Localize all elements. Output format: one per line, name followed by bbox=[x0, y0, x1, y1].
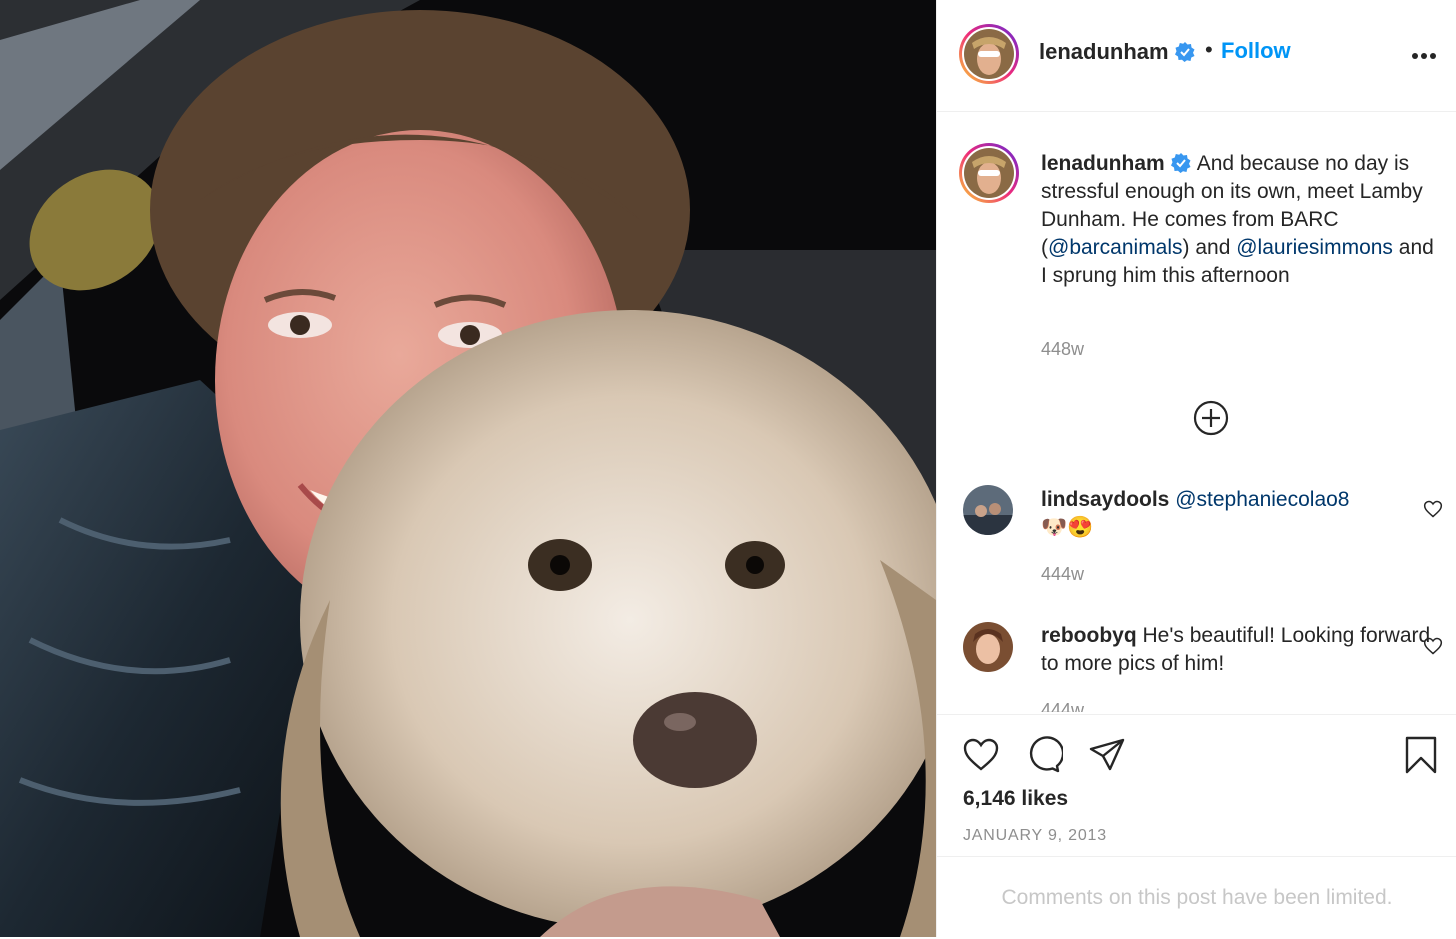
comment-mention[interactable]: @stephaniecolao8 bbox=[1175, 488, 1349, 511]
likes-count[interactable]: 6,146 likes bbox=[963, 787, 1068, 811]
author-username-row: lenadunham bbox=[1039, 39, 1195, 65]
comment-like-heart-icon[interactable] bbox=[1423, 499, 1443, 519]
post-detail-panel: lenadunham • Follow lenadunham And becaus… bbox=[936, 0, 1456, 937]
comments-limited-notice: Comments on this post have been limited. bbox=[937, 856, 1456, 938]
header-separator: • bbox=[1205, 37, 1213, 62]
more-options-icon[interactable] bbox=[1411, 52, 1437, 60]
verified-badge-icon bbox=[1174, 42, 1195, 62]
comment-username[interactable]: reboobyq bbox=[1041, 624, 1137, 647]
caption-verified-badge-icon bbox=[1170, 153, 1191, 173]
comment-like-heart-icon[interactable] bbox=[1423, 636, 1443, 656]
comment-reboobyq: reboobyq He's beautiful! Looking forward… bbox=[1041, 622, 1441, 678]
mention-lauriesimmons[interactable]: @lauriesimmons bbox=[1236, 236, 1393, 259]
share-send-icon[interactable] bbox=[1087, 735, 1127, 775]
like-heart-icon[interactable] bbox=[961, 735, 1001, 775]
follow-button[interactable]: Follow bbox=[1221, 38, 1291, 64]
comment-avatar-reboobyq[interactable] bbox=[963, 622, 1013, 672]
comment-avatar-image bbox=[963, 485, 1013, 535]
post-actions-bar: 6,146 likes JANUARY 9, 2013 bbox=[937, 714, 1456, 857]
caption-age[interactable]: 448w bbox=[1041, 339, 1084, 360]
caption-body-2: ) and bbox=[1182, 236, 1237, 259]
caption-avatar-image bbox=[964, 148, 1014, 198]
comment-avatar-image bbox=[963, 622, 1013, 672]
comment-emoji-text: 🐶😍 bbox=[1041, 516, 1094, 539]
author-avatar-image bbox=[964, 29, 1014, 79]
caption-text: lenadunham And because no day is stressfu… bbox=[1041, 150, 1441, 290]
caption-avatar[interactable] bbox=[959, 143, 1019, 203]
comment-username[interactable]: lindsaydools bbox=[1041, 488, 1169, 511]
comment-age[interactable]: 444w bbox=[1041, 700, 1084, 712]
mention-barcanimals[interactable]: @barcanimals bbox=[1048, 236, 1183, 259]
post-date[interactable]: JANUARY 9, 2013 bbox=[963, 827, 1107, 845]
comment-age[interactable]: 444w bbox=[1041, 564, 1084, 585]
comment-lindsaydools: lindsaydools @stephaniecolao8 🐶😍 bbox=[1041, 486, 1441, 542]
comment-avatar-lindsaydools[interactable] bbox=[963, 485, 1013, 535]
post-photo[interactable] bbox=[0, 0, 936, 937]
post-header: lenadunham • Follow bbox=[937, 0, 1456, 112]
save-bookmark-icon[interactable] bbox=[1401, 735, 1441, 775]
post-photo-illustration bbox=[0, 0, 936, 937]
caption-username[interactable]: lenadunham bbox=[1041, 152, 1165, 175]
author-username[interactable]: lenadunham bbox=[1039, 39, 1169, 64]
comment-bubble-icon[interactable] bbox=[1023, 735, 1063, 775]
author-avatar[interactable] bbox=[959, 24, 1019, 84]
load-more-comments-icon[interactable] bbox=[1193, 400, 1229, 436]
